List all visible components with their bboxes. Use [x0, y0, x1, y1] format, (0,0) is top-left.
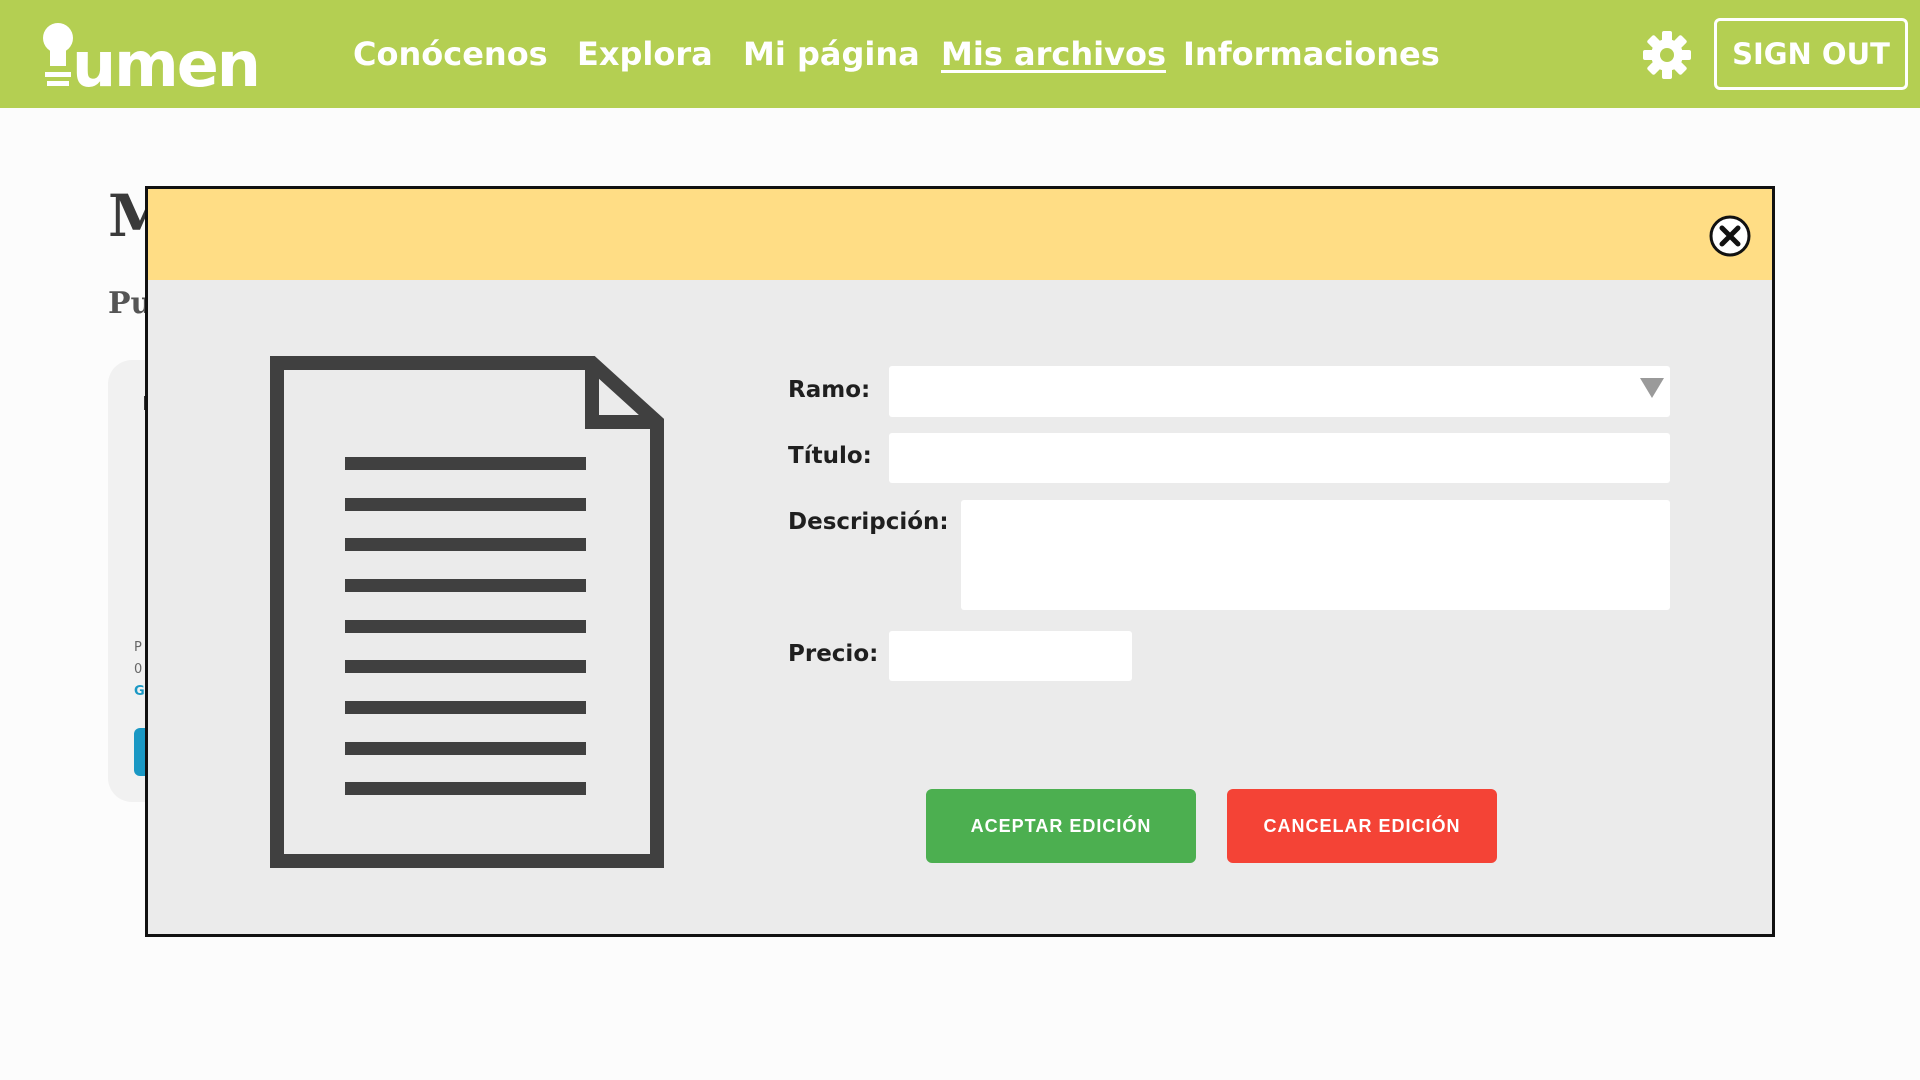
lumen-logo[interactable]: umen: [40, 20, 275, 90]
gear-icon[interactable]: [1642, 30, 1692, 80]
nav-link-explora[interactable]: Explora: [577, 34, 713, 74]
descripcion-textarea[interactable]: [961, 500, 1670, 610]
nav-link-conocenos[interactable]: Conócenos: [353, 34, 548, 74]
card-text: P: [134, 640, 142, 655]
nav-link-mi-pagina[interactable]: Mi página: [743, 34, 920, 74]
close-circle-icon[interactable]: [1708, 214, 1752, 258]
card-link[interactable]: G: [134, 684, 145, 699]
modal-header: [148, 189, 1772, 280]
titulo-input[interactable]: [889, 433, 1670, 483]
document-icon: [270, 356, 664, 868]
ramo-select[interactable]: [889, 366, 1670, 417]
top-navbar: umen Conócenos Explora Mi página Mis arc…: [0, 0, 1920, 108]
cancel-edit-button[interactable]: CANCELAR EDICIÓN: [1227, 789, 1497, 863]
nav-link-informaciones[interactable]: Informaciones: [1183, 34, 1440, 74]
descripcion-label: Descripción:: [788, 509, 949, 535]
edit-file-modal: Ramo: Título: Descripción: Precio: ACEPT…: [145, 186, 1775, 937]
titulo-label: Título:: [788, 443, 872, 469]
sign-out-button[interactable]: SIGN OUT: [1714, 18, 1908, 90]
accept-edit-button[interactable]: ACEPTAR EDICIÓN: [926, 789, 1196, 863]
chevron-down-icon: [1640, 378, 1664, 398]
card-text: 0: [134, 662, 143, 677]
precio-input[interactable]: [889, 631, 1132, 681]
precio-label: Precio:: [788, 641, 879, 667]
nav-link-mis-archivos[interactable]: Mis archivos: [941, 34, 1166, 74]
ramo-label: Ramo:: [788, 377, 871, 403]
logo-text: umen: [72, 28, 259, 90]
